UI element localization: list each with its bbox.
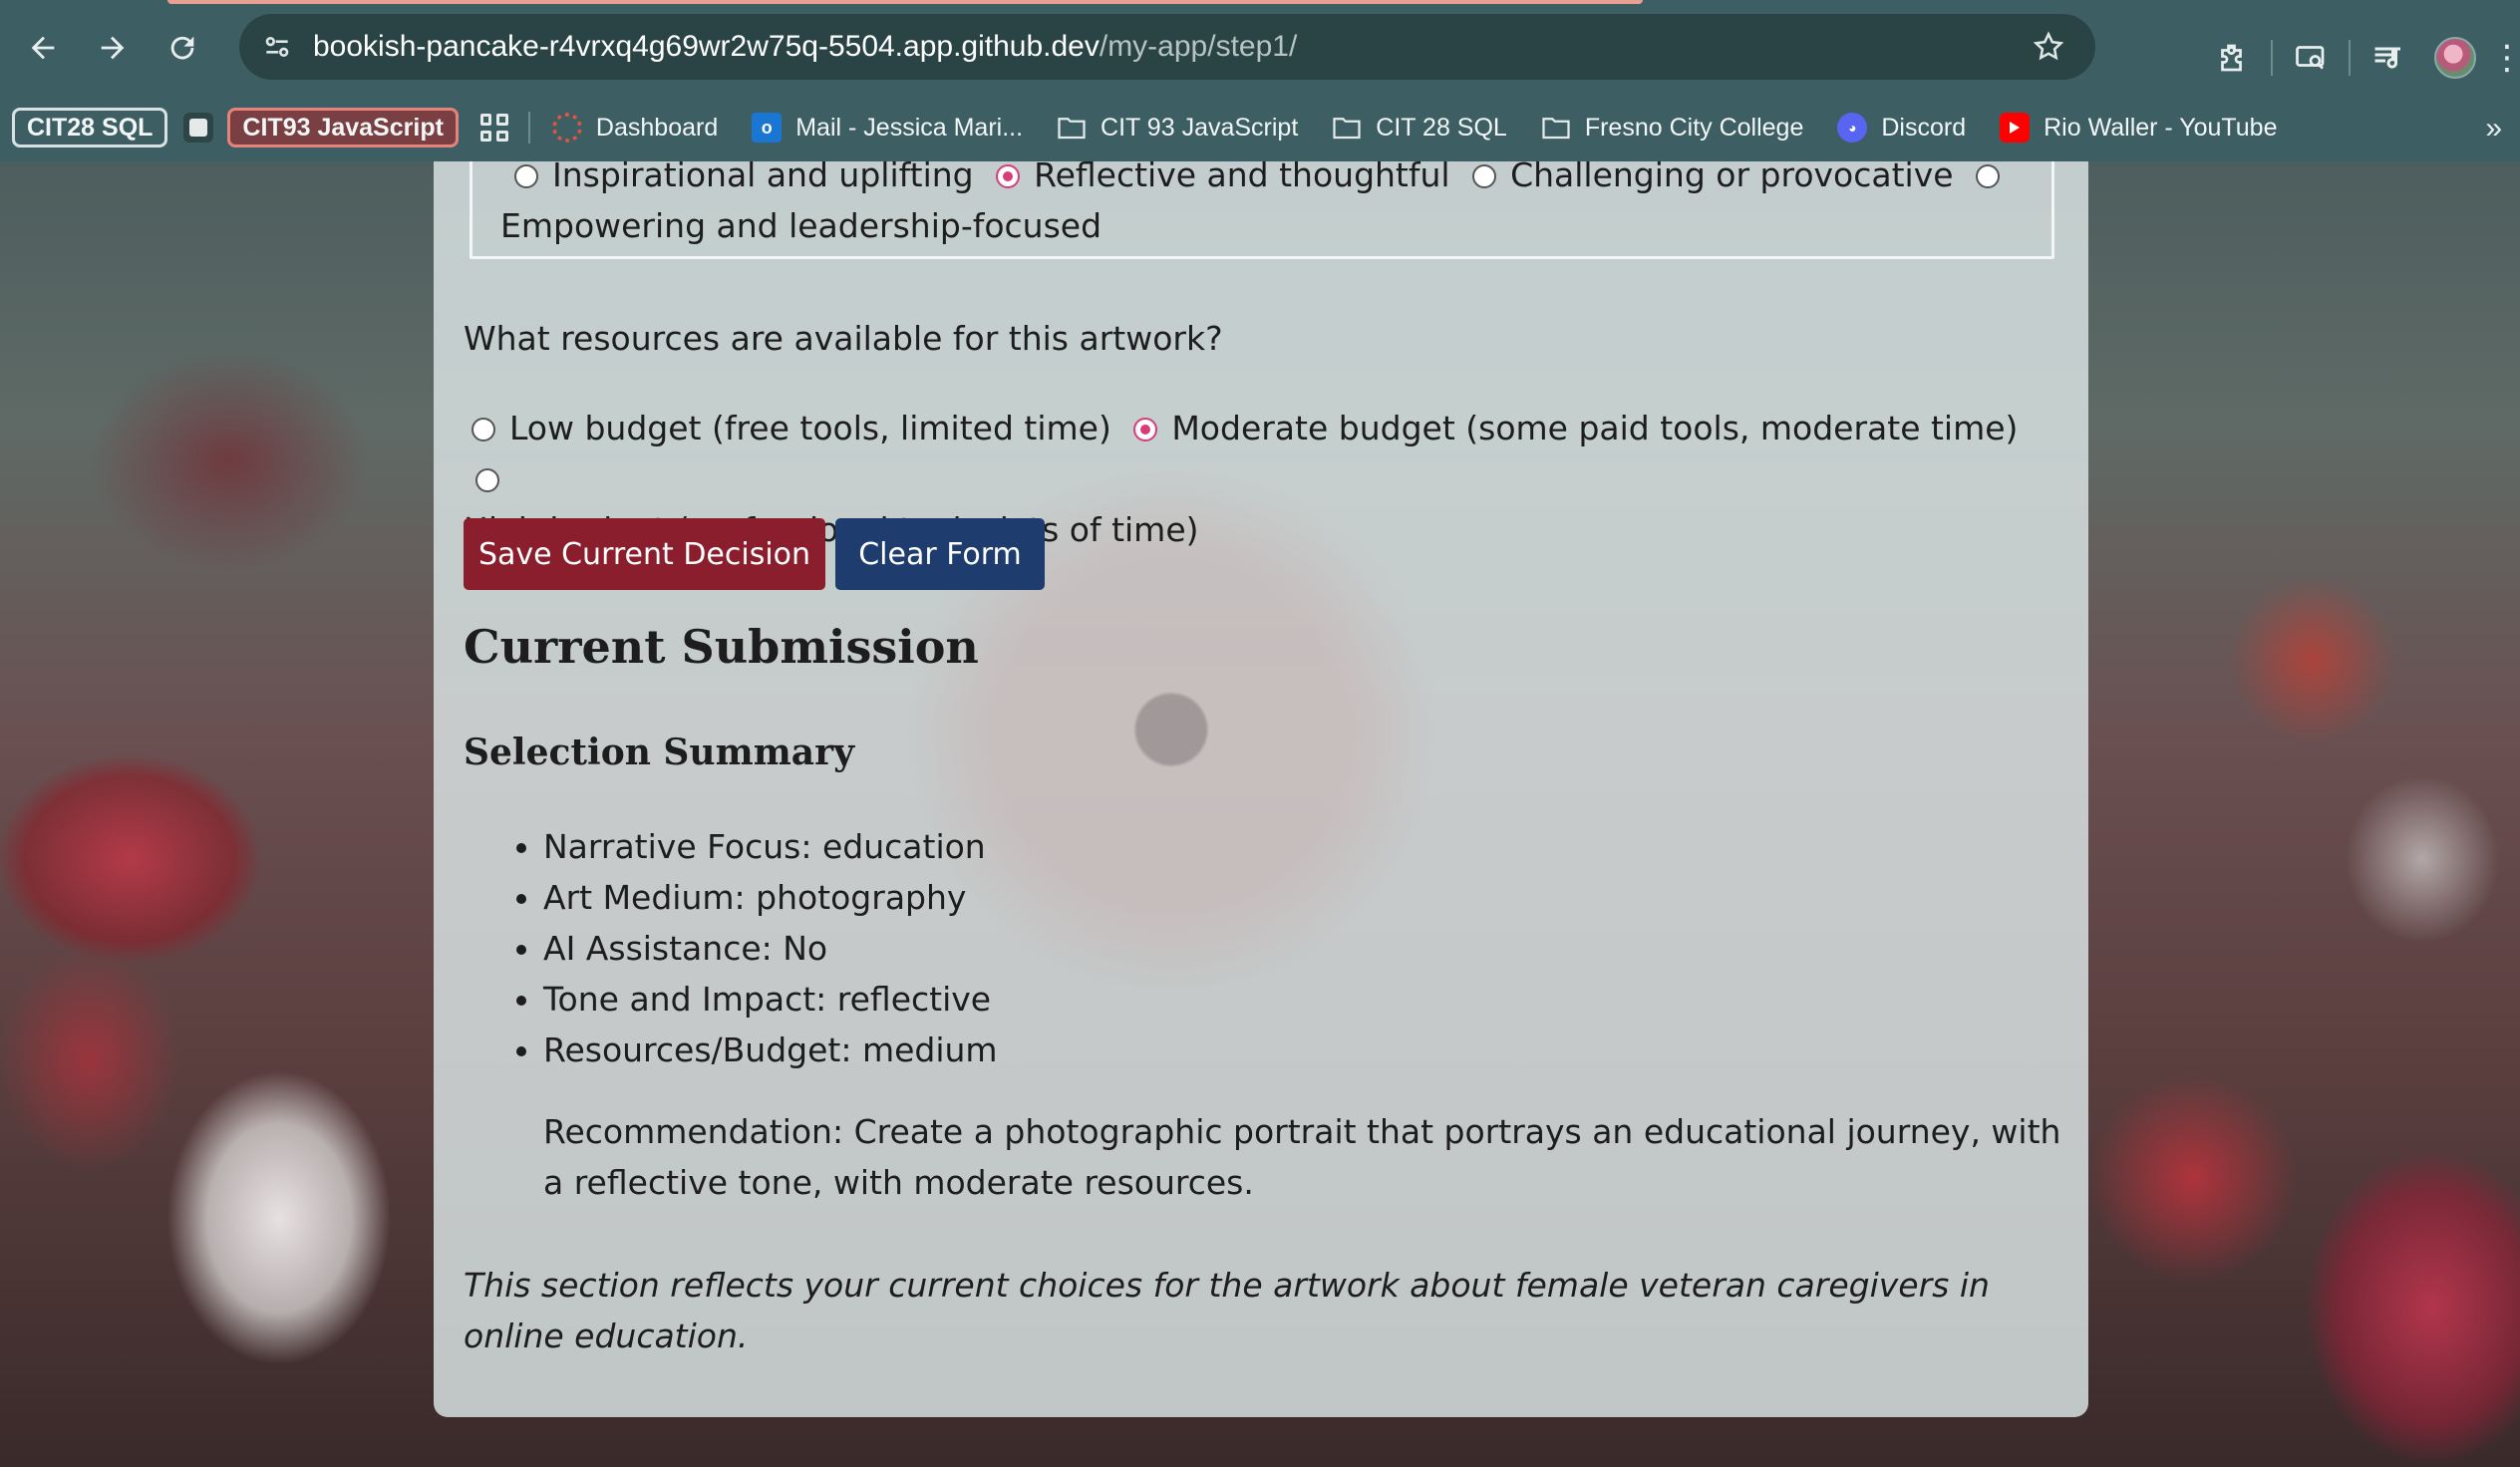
- address-bar[interactable]: bookish-pancake-r4vrxq4g69wr2w75q-5504.a…: [239, 14, 2095, 80]
- reload-icon: [170, 36, 194, 60]
- folder-icon: [1332, 113, 1362, 143]
- bookmark-youtube[interactable]: Rio Waller - YouTube: [2000, 113, 2277, 143]
- extensions-button[interactable]: [2201, 26, 2265, 90]
- bookmark-mail[interactable]: o Mail - Jessica Mari...: [752, 113, 1023, 143]
- list-item: Resources/Budget: medium: [543, 1025, 998, 1075]
- radio-label: Moderate budget (some paid tools, modera…: [1171, 409, 2019, 447]
- list-item: AI Assistance: No: [543, 923, 998, 974]
- url-path: /my-app/step1/: [1099, 30, 1298, 63]
- bookmarks-bar: CIT28 SQL CIT93 JavaScript Dashboard o M…: [0, 104, 2520, 151]
- list-item: Art Medium: photography: [543, 872, 998, 923]
- bookmarks-divider: [527, 112, 530, 144]
- bookmark-group-cit93-javascript[interactable]: CIT93 JavaScript: [227, 108, 459, 147]
- folder-icon: [1057, 113, 1087, 143]
- back-button[interactable]: [14, 19, 72, 77]
- bookmark-folder-cit28[interactable]: CIT 28 SQL: [1332, 113, 1507, 143]
- forward-button[interactable]: [84, 19, 142, 77]
- selection-summary-heading: Selection Summary: [464, 732, 854, 773]
- bookmark-folder-cit93[interactable]: CIT 93 JavaScript: [1057, 113, 1298, 143]
- bookmark-dashboard[interactable]: Dashboard: [551, 113, 719, 143]
- tune-icon: [265, 37, 289, 57]
- bookmark-label: Dashboard: [595, 113, 719, 142]
- tone-radio-inspirational[interactable]: [514, 164, 538, 188]
- active-tab-indicator: [167, 0, 1643, 4]
- bookmark-label: Fresno City College: [1584, 113, 1804, 142]
- dashboard-icon: [551, 113, 582, 143]
- tone-radio-challenging[interactable]: [1472, 164, 1497, 188]
- queue-music-icon: [2374, 47, 2400, 69]
- youtube-icon: [2000, 113, 2031, 143]
- tab-group-collapsed-icon[interactable]: [183, 113, 214, 143]
- save-decision-button[interactable]: Save Current Decision: [464, 518, 825, 590]
- submission-note: This section reflects your current choic…: [464, 1266, 1990, 1355]
- radio-label: Challenging or provocative: [1510, 161, 1954, 194]
- bookmark-label: Mail - Jessica Mari...: [795, 113, 1024, 142]
- resources-radio-high[interactable]: [475, 468, 499, 492]
- apps-grid-icon[interactable]: [474, 108, 514, 147]
- resources-radio-moderate[interactable]: [1133, 418, 1158, 441]
- site-info-button[interactable]: [247, 17, 307, 77]
- screen-search-icon: [2296, 46, 2325, 70]
- form-panel: Inspirational and uplifting Reflective a…: [434, 161, 2088, 1417]
- folder-icon: [1541, 113, 1571, 143]
- media-controls-button[interactable]: [2357, 26, 2420, 90]
- toolbar-divider: [2349, 40, 2351, 76]
- tone-radio-reflective[interactable]: [996, 164, 1021, 188]
- url-text: bookish-pancake-r4vrxq4g69wr2w75q-5504.a…: [313, 30, 1297, 64]
- url-host: bookish-pancake-r4vrxq4g69wr2w75q-5504.a…: [313, 30, 1100, 63]
- bookmark-discord[interactable]: ◕ Discord: [1837, 113, 1966, 143]
- bookmark-folder-fresno[interactable]: Fresno City College: [1541, 113, 1804, 143]
- resources-question: What resources are available for this ar…: [464, 319, 1223, 358]
- toolbar-actions: ⋮: [2201, 20, 2520, 96]
- outlook-icon: o: [752, 113, 783, 143]
- chevron-double-right-icon[interactable]: »: [2485, 112, 2502, 146]
- tone-options: Inspirational and uplifting Reflective a…: [500, 161, 2038, 251]
- clear-form-button[interactable]: Clear Form: [835, 518, 1045, 590]
- recommendation-text: Recommendation: Create a photographic po…: [543, 1112, 2061, 1202]
- navigation-bar: bookish-pancake-r4vrxq4g69wr2w75q-5504.a…: [0, 10, 2520, 86]
- lens-button[interactable]: [2279, 26, 2343, 90]
- list-item: Narrative Focus: education: [543, 821, 998, 872]
- list-item: Tone and Impact: reflective: [543, 974, 998, 1025]
- puzzle-icon: [2221, 44, 2242, 72]
- bookmark-label: CIT 93 JavaScript: [1101, 113, 1299, 142]
- bookmark-label: Rio Waller - YouTube: [2044, 113, 2278, 142]
- bookmark-group-cit28-sql[interactable]: CIT28 SQL: [12, 108, 168, 147]
- star-icon[interactable]: [2032, 30, 2065, 64]
- bookmark-label: Discord: [1881, 113, 1967, 142]
- radio-label: Inspirational and uplifting: [552, 161, 974, 194]
- bookmark-label: CIT 28 SQL: [1376, 113, 1507, 142]
- browser-chrome: bookish-pancake-r4vrxq4g69wr2w75q-5504.a…: [0, 0, 2520, 161]
- discord-icon: ◕: [1837, 113, 1868, 143]
- profile-avatar[interactable]: [2434, 37, 2476, 79]
- current-submission-heading: Current Submission: [464, 620, 979, 674]
- radio-label: Empowering and leadership-focused: [500, 206, 1102, 245]
- reload-button[interactable]: [154, 19, 211, 77]
- tone-radio-empowering[interactable]: [1976, 164, 2001, 188]
- page-viewport: Inspirational and uplifting Reflective a…: [0, 161, 2520, 1467]
- toolbar-divider: [2271, 40, 2273, 76]
- menu-kebab-icon[interactable]: ⋮: [2490, 38, 2520, 78]
- selection-summary-list: Narrative Focus: education Art Medium: p…: [543, 821, 998, 1075]
- arrow-left-icon: [31, 36, 55, 60]
- radio-label: Low budget (free tools, limited time): [509, 409, 1111, 447]
- tone-fieldset: Inspirational and uplifting Reflective a…: [470, 161, 2054, 259]
- resources-radio-low[interactable]: [472, 418, 495, 441]
- radio-label: Reflective and thoughtful: [1034, 161, 1450, 194]
- arrow-right-icon: [101, 36, 125, 60]
